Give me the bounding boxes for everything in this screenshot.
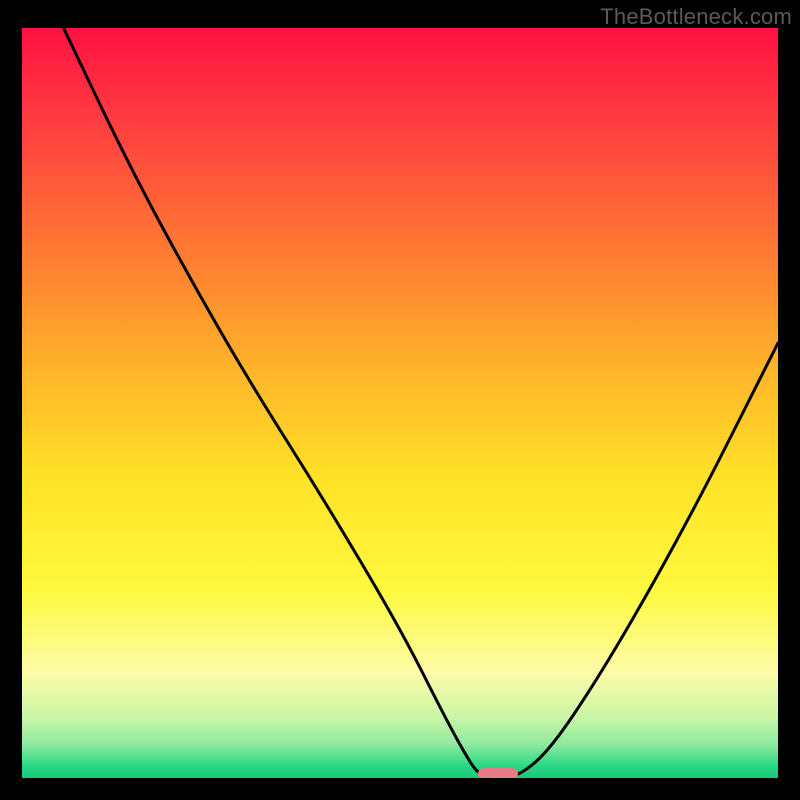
- curve-layer: [22, 28, 778, 778]
- bottleneck-curve: [64, 28, 778, 777]
- chart-frame: TheBottleneck.com: [0, 0, 800, 800]
- watermark-text: TheBottleneck.com: [600, 4, 792, 30]
- plot-area: [22, 28, 778, 778]
- optimum-marker: [478, 768, 518, 778]
